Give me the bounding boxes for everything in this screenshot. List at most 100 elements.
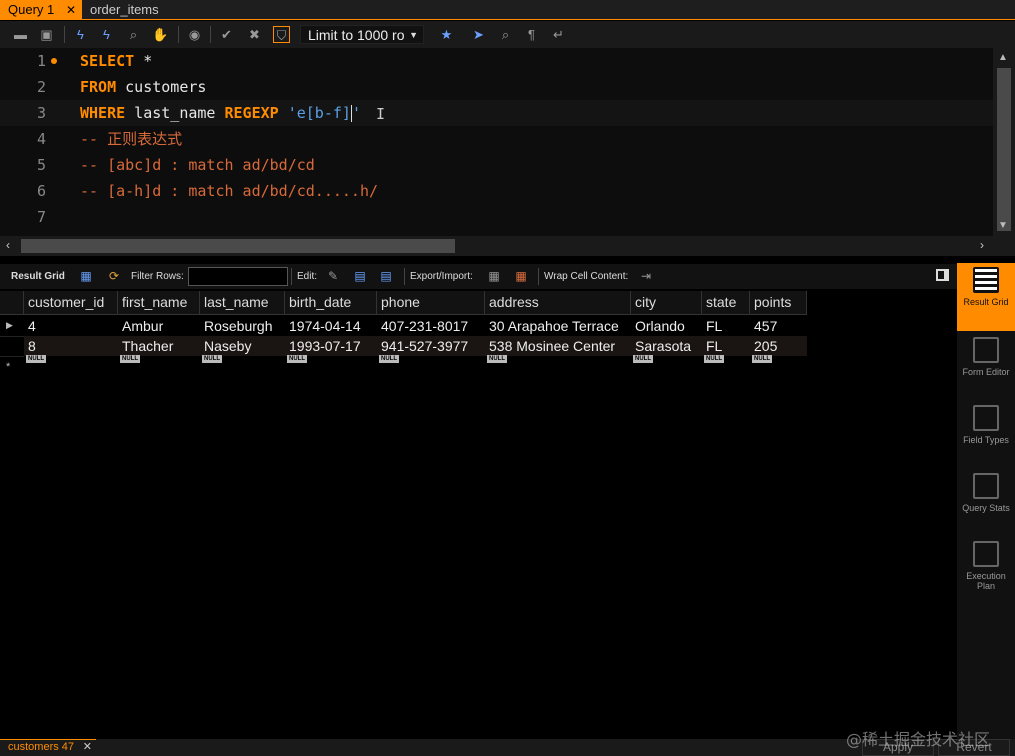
null-badge[interactable]: NULL [202, 355, 222, 363]
scrollbar-thumb[interactable] [21, 239, 455, 253]
grid-cell[interactable]: Thacher [118, 336, 173, 356]
scroll-right-icon[interactable]: › [980, 238, 984, 252]
grid-cell[interactable]: 4 [24, 316, 36, 336]
grid-cell[interactable]: Naseby [200, 336, 251, 356]
line-number: 3 [36, 104, 46, 122]
edit-row-icon[interactable]: ✎ [325, 268, 341, 284]
row-separator [0, 356, 24, 357]
column-header[interactable]: last_name [200, 291, 285, 315]
rollback-icon[interactable]: ✖ [246, 26, 263, 43]
row-separator [0, 336, 24, 337]
result-tab-customers[interactable]: customers 47 ✕ [0, 739, 96, 756]
toggle-autocommit-icon[interactable]: ◉ [186, 26, 203, 43]
grid-cell[interactable]: 941-527-3977 [377, 336, 468, 356]
explain-icon[interactable]: ⌕ [125, 26, 142, 43]
scroll-down-icon[interactable]: ▼ [998, 220, 1008, 231]
beautify-icon[interactable]: ➤ [470, 26, 487, 43]
filter-rows-label: Filter Rows: [131, 271, 184, 282]
save-icon[interactable]: ▣ [38, 26, 55, 43]
query-stats-panel-button[interactable]: Query Stats [957, 469, 1015, 537]
sql-keyword: SELECT [80, 52, 135, 70]
toolbar-divider [404, 268, 405, 285]
filter-rows-input[interactable] [188, 267, 288, 286]
wrap-icon[interactable]: ↵ [550, 26, 567, 43]
import-icon[interactable]: ▦ [513, 268, 529, 284]
mouse-ibeam-icon: I [376, 105, 386, 123]
column-header[interactable]: state [702, 291, 750, 315]
column-header[interactable]: points [750, 291, 807, 315]
column-header[interactable]: customer_id [24, 291, 118, 315]
grid-cell[interactable]: 30 Arapahoe Terrace [485, 316, 619, 336]
result-grid-panel-button[interactable]: Result Grid [957, 263, 1015, 331]
find-icon[interactable]: ⌕ [497, 26, 514, 43]
editor-horizontal-scrollbar[interactable]: ‹ › [0, 236, 1015, 256]
bookmark-star-icon[interactable]: ★ [438, 26, 455, 43]
refresh-icon[interactable]: ⟳ [106, 268, 122, 284]
commit-icon[interactable]: ✔ [218, 26, 235, 43]
form-editor-panel-button[interactable]: Form Editor [957, 333, 1015, 401]
sql-text: * [134, 52, 153, 70]
delete-row-icon[interactable]: ▤ [378, 268, 394, 284]
column-header[interactable]: city [631, 291, 702, 315]
execution-plan-panel-button[interactable]: Execution Plan [957, 537, 1015, 605]
editor-vertical-scrollbar[interactable]: ▲ ▼ [993, 48, 1015, 236]
column-header[interactable]: first_name [118, 291, 200, 315]
grid-cell[interactable]: 407-231-8017 [377, 316, 468, 336]
line-number: 2 [36, 78, 46, 96]
close-tab-icon[interactable]: ✕ [83, 740, 92, 755]
sql-text: customers [116, 78, 207, 96]
null-badge[interactable]: NULL [120, 355, 140, 363]
execute-icon[interactable]: ϟ [72, 26, 89, 43]
wrap-cell-icon[interactable]: ⇥ [638, 268, 654, 284]
grid-cell[interactable]: Sarasota [631, 336, 691, 356]
query-tab-bar: Query 1 ✕ order_items [0, 0, 1015, 20]
toggle-side-panel-icon[interactable] [936, 269, 949, 281]
null-badge[interactable]: NULL [287, 355, 307, 363]
editor-line: 5 -- [abc]d : match ad/bd/cd [0, 152, 993, 178]
null-badge[interactable]: NULL [379, 355, 399, 363]
scroll-up-icon[interactable]: ▲ [998, 52, 1008, 63]
grid-cell[interactable]: 1974-04-14 [285, 316, 361, 336]
export-icon[interactable]: ▦ [486, 268, 502, 284]
invisible-chars-icon[interactable]: ¶ [523, 26, 540, 43]
sql-editor[interactable]: 1 SELECT * 2 FROM customers 3 WHERE last… [0, 48, 993, 236]
column-header[interactable]: birth_date [285, 291, 377, 315]
sql-text: last_name [125, 104, 225, 122]
null-badge[interactable]: NULL [26, 355, 46, 363]
null-badge[interactable]: NULL [752, 355, 772, 363]
null-badge[interactable]: NULL [487, 355, 507, 363]
scrollbar-thumb[interactable] [997, 68, 1011, 231]
grid-cell[interactable]: Ambur [118, 316, 163, 336]
grid-icon[interactable]: ▦ [78, 268, 94, 284]
close-tab-icon[interactable]: ✕ [66, 0, 76, 20]
grid-cell[interactable]: 457 [750, 316, 777, 336]
tab-query-1[interactable]: Query 1 ✕ [0, 0, 82, 20]
grid-cell[interactable]: 8 [24, 336, 36, 356]
line-number: 6 [36, 182, 46, 200]
grid-cell[interactable]: FL [702, 336, 722, 356]
query-stats-icon [973, 473, 999, 499]
limit-rows-select[interactable]: Limit to 1000 ro ▼ [300, 25, 424, 44]
line-number: 4 [36, 130, 46, 148]
grid-cell[interactable]: FL [702, 316, 722, 336]
stop-icon[interactable]: ✋ [152, 26, 169, 43]
tab-order-items[interactable]: order_items [82, 0, 172, 20]
column-header[interactable]: address [485, 291, 631, 315]
editor-line: 6 -- [a-h]d : match ad/bd/cd.....h/ [0, 178, 993, 204]
null-badge[interactable]: NULL [633, 355, 653, 363]
grid-cell[interactable]: 1993-07-17 [285, 336, 361, 356]
insert-row-icon[interactable]: ▤ [352, 268, 368, 284]
column-header[interactable]: phone [377, 291, 485, 315]
toggle-error-icon[interactable]: ⛉ [273, 26, 290, 43]
execute-selection-icon[interactable]: ϟ [98, 26, 115, 43]
result-side-panel: Result Grid Form Editor Field Types Quer… [957, 263, 1015, 739]
null-badge[interactable]: NULL [704, 355, 724, 363]
grid-cell[interactable]: 538 Mosinee Center [485, 336, 615, 356]
scroll-left-icon[interactable]: ‹ [6, 238, 10, 252]
grid-cell[interactable]: 205 [750, 336, 777, 356]
open-folder-icon[interactable]: ▬ [12, 26, 29, 43]
grid-cell[interactable]: Orlando [631, 316, 685, 336]
grid-cell[interactable]: Roseburgh [200, 316, 273, 336]
editor-line: 4 -- 正则表达式 [0, 126, 993, 152]
field-types-panel-button[interactable]: Field Types [957, 401, 1015, 469]
